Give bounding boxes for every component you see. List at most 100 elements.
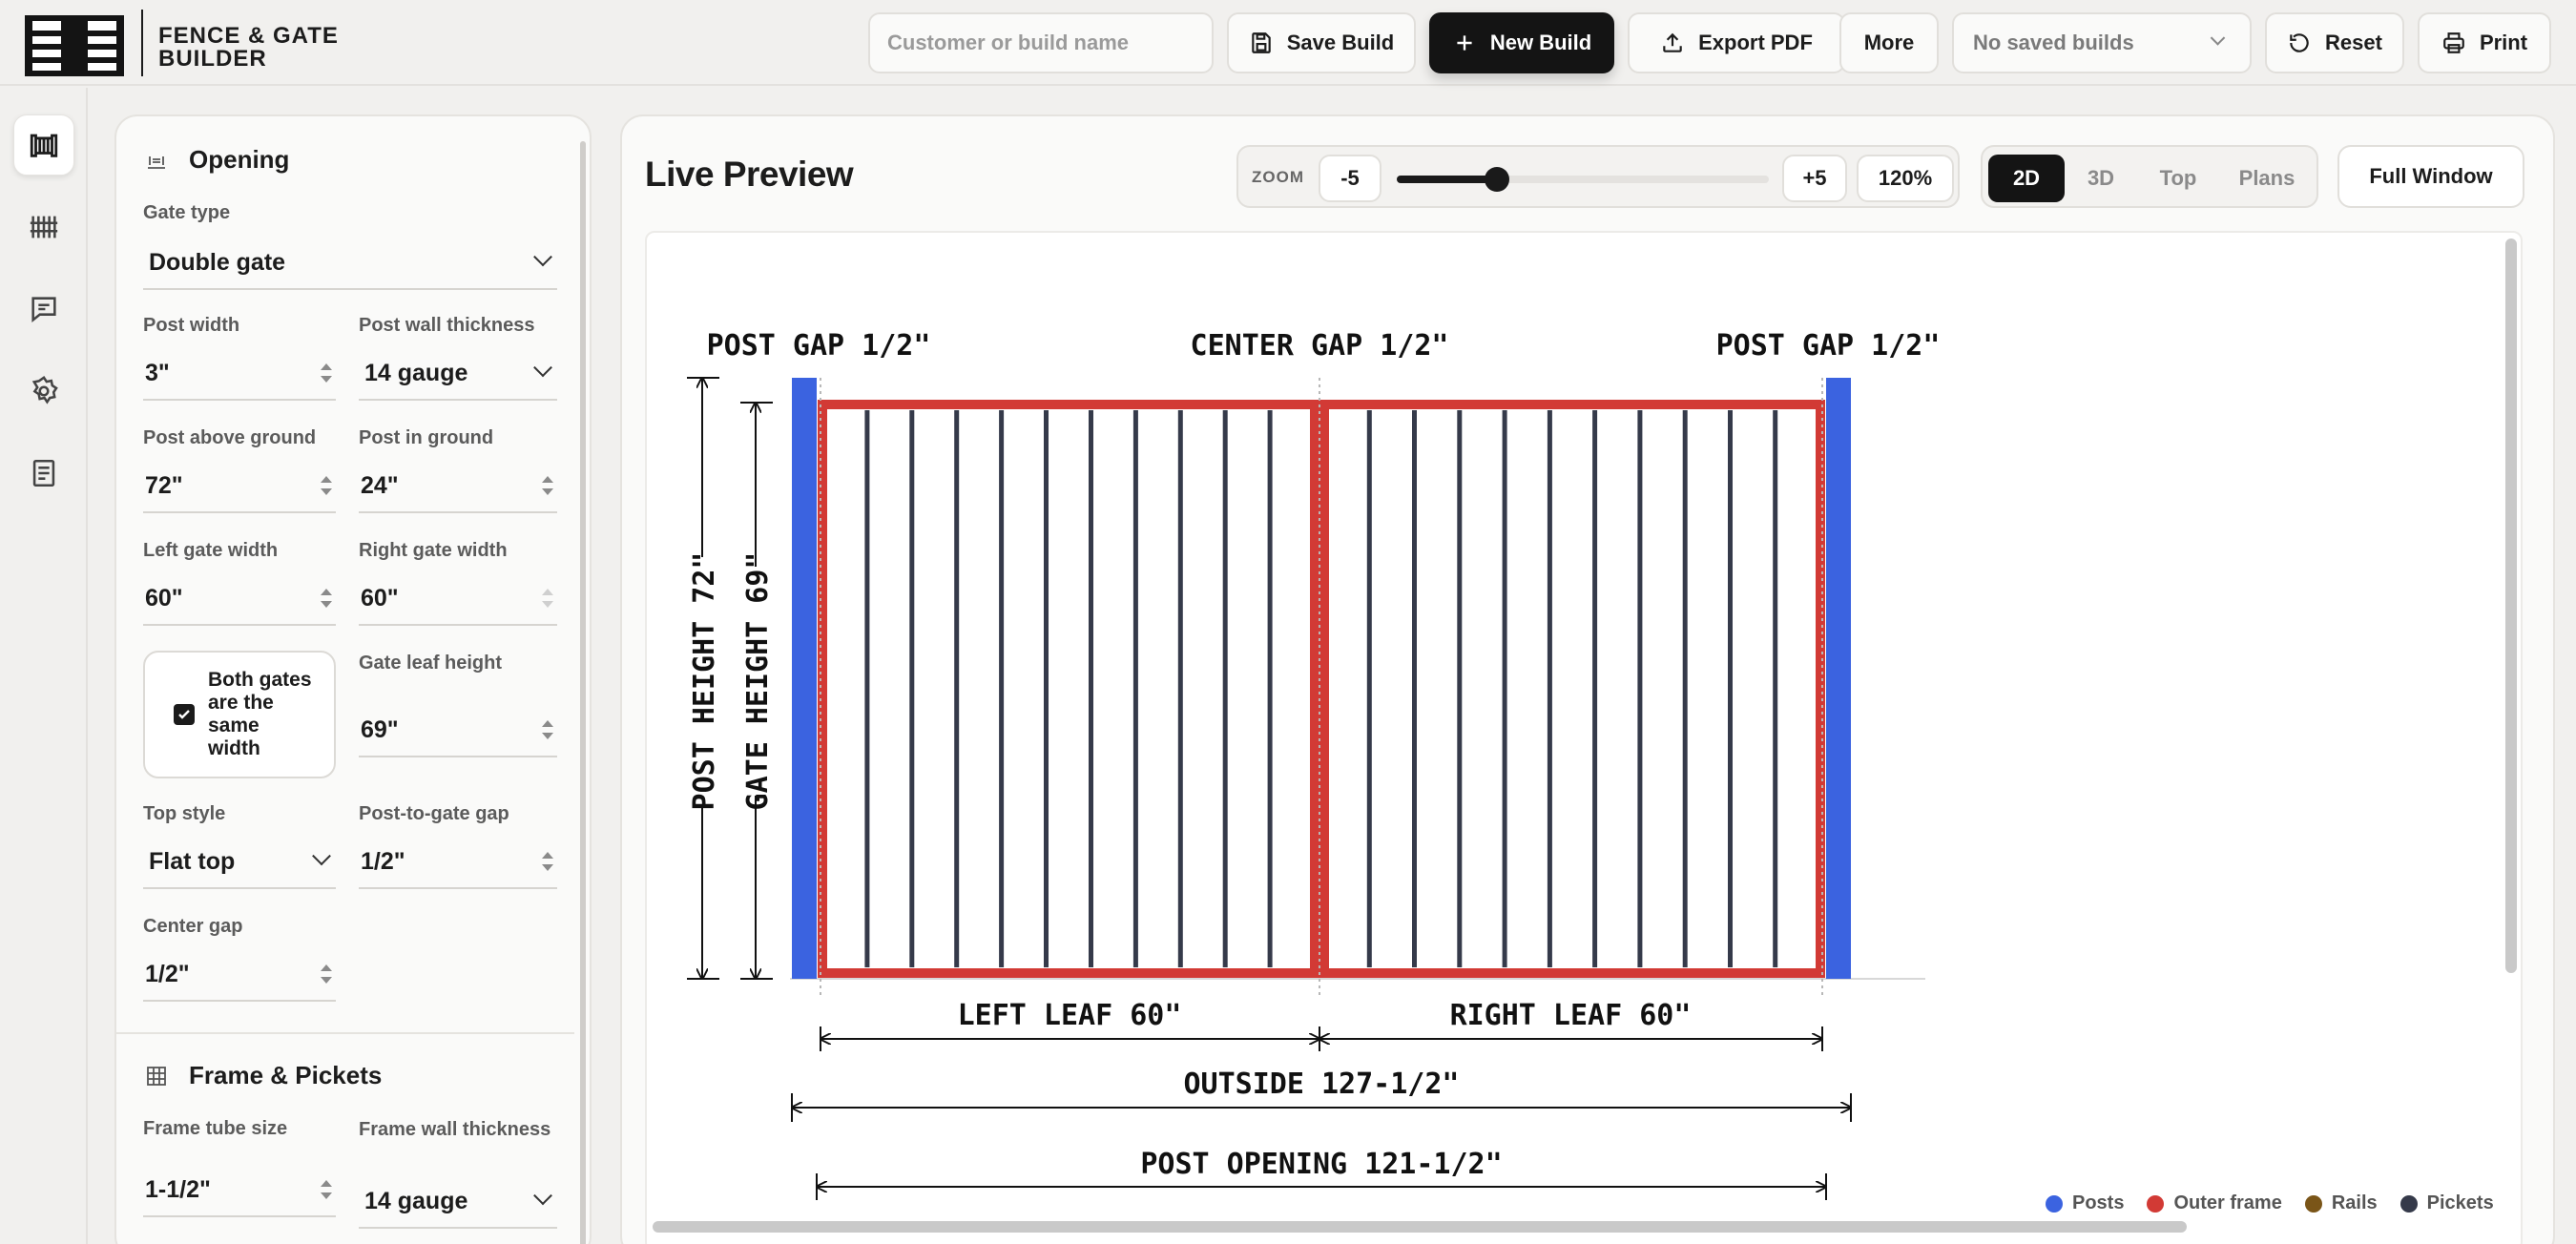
view-plans-button[interactable]: Plans: [2219, 155, 2315, 202]
picket-right-8: [1682, 410, 1688, 967]
reset-label: Reset: [2325, 31, 2382, 54]
gate-type-select[interactable]: Double gate: [143, 237, 557, 290]
left-width-label: Left gate width: [143, 540, 279, 561]
print-label: Print: [2479, 31, 2528, 54]
post-gap-input[interactable]: 1/2": [359, 836, 557, 889]
top-style-label: Top style: [143, 803, 226, 824]
post-width-label: Post width: [143, 315, 240, 336]
picket-right-4: [1502, 410, 1507, 967]
right-post: [1826, 378, 1851, 979]
post-gap-stepper[interactable]: [542, 852, 553, 871]
print-button[interactable]: Print: [2418, 12, 2551, 73]
fence-icon: [30, 216, 58, 238]
canvas-vertical-scrollbar[interactable]: [2505, 238, 2517, 973]
view-top-button[interactable]: Top: [2139, 155, 2217, 202]
logo-divider: [141, 10, 143, 76]
center-gap-input[interactable]: 1/2": [143, 948, 336, 1002]
post-height-label: POST HEIGHT 72": [688, 552, 721, 811]
customer-name-field[interactable]: [868, 12, 1214, 73]
grid-icon: [147, 1066, 166, 1086]
post-width-input[interactable]: 3": [143, 347, 336, 401]
panel-scrollbar[interactable]: [580, 141, 586, 1244]
rail-gate-button[interactable]: [13, 114, 74, 176]
post-in-stepper[interactable]: [542, 476, 553, 495]
frame-wall-select[interactable]: 14 gauge: [359, 1175, 557, 1229]
canvas-horizontal-scrollbar[interactable]: [653, 1221, 2187, 1233]
picket-left-1: [864, 410, 870, 967]
outside-label: OUTSIDE 127-1/2": [1184, 1068, 1460, 1101]
right-leaf-label: RIGHT LEAF 60": [1450, 999, 1692, 1032]
post-in-input[interactable]: 24": [359, 460, 557, 513]
app-name-line2: BUILDER: [158, 46, 267, 72]
zoom-out-button[interactable]: -5: [1319, 155, 1381, 202]
post-wall-value: 14 gauge: [364, 359, 468, 386]
zoom-value[interactable]: 120%: [1857, 155, 1954, 202]
post-above-input[interactable]: 72": [143, 460, 336, 513]
picket-left-7: [1132, 410, 1138, 967]
more-button[interactable]: More: [1839, 12, 1939, 73]
rail-fence-button[interactable]: [13, 197, 74, 258]
zoom-slider-handle[interactable]: [1485, 167, 1510, 192]
post-in-label: Post in ground: [359, 427, 494, 448]
post-above-value: 72": [145, 471, 183, 499]
view-3d-button[interactable]: 3D: [2068, 155, 2133, 202]
post-above-stepper[interactable]: [321, 476, 332, 495]
view-2d-button[interactable]: 2D: [1988, 155, 2065, 202]
rail-settings-button[interactable]: [13, 361, 74, 422]
chevron-down-icon: [312, 846, 331, 866]
export-pdf-label: Export PDF: [1698, 31, 1813, 54]
picket-left-6: [1089, 410, 1093, 967]
picket-right-3: [1457, 410, 1463, 967]
zoom-in-button[interactable]: +5: [1782, 155, 1847, 202]
legend-swatch-posts: [2046, 1194, 2063, 1213]
tube-size-input[interactable]: 1-1/2": [143, 1164, 336, 1217]
legend-label-rails: Rails: [2331, 1192, 2378, 1213]
leaf-height-stepper[interactable]: [542, 720, 553, 739]
picket-left-3: [954, 410, 960, 967]
export-pdf-button[interactable]: Export PDF: [1628, 12, 1845, 73]
frame-section-header[interactable]: Frame & Pickets: [145, 1061, 382, 1090]
rail-chat-button[interactable]: [13, 279, 74, 340]
post-above-label: Post above ground: [143, 427, 317, 448]
full-window-button[interactable]: Full Window: [2337, 145, 2524, 208]
center-gap-stepper[interactable]: [321, 964, 332, 984]
zoom-slider[interactable]: [1397, 167, 1769, 192]
opening-icon: [148, 156, 165, 169]
post-wall-select[interactable]: 14 gauge: [359, 347, 557, 401]
picket-right-9: [1728, 410, 1733, 967]
customer-name-input[interactable]: [887, 31, 1195, 55]
gate-type-value: Double gate: [149, 248, 286, 276]
new-build-button[interactable]: New Build: [1429, 12, 1614, 73]
top-style-select[interactable]: Flat top: [143, 836, 336, 889]
saved-builds-value: No saved builds: [1973, 31, 2134, 54]
chevron-down-icon: [533, 358, 552, 378]
reset-button[interactable]: Reset: [2265, 12, 2404, 73]
tube-size-label: Frame tube size: [143, 1118, 288, 1139]
left-width-stepper[interactable]: [321, 589, 332, 608]
drawing-canvas[interactable]: POST GAP 1/2" CENTER GAP 1/2" POST GAP 1…: [645, 231, 2523, 1244]
save-build-button[interactable]: Save Build: [1227, 12, 1416, 73]
left-width-value: 60": [145, 584, 183, 612]
post-width-stepper[interactable]: [321, 363, 332, 383]
leaf-height-input[interactable]: 69": [359, 704, 557, 757]
check-icon: [178, 710, 190, 719]
same-width-checkbox[interactable]: [174, 704, 195, 725]
section-divider: [116, 1032, 574, 1034]
save-build-label: Save Build: [1286, 31, 1395, 54]
gate-height-label: GATE HEIGHT 69": [741, 552, 775, 811]
rail-docs-button[interactable]: [13, 443, 74, 504]
opening-section-header[interactable]: Opening: [145, 145, 289, 175]
legend: Posts Outer frame Rails Pickets: [2046, 1192, 2494, 1214]
gate-icon: [30, 134, 58, 157]
legend-item-posts: Posts: [2046, 1192, 2124, 1214]
legend-swatch-rails: [2304, 1194, 2322, 1213]
saved-builds-select[interactable]: No saved builds: [1952, 12, 2252, 73]
picket-left-9: [1222, 410, 1228, 967]
picket-left-2: [909, 410, 915, 967]
view-mode-toggle: 2D 3D Top Plans: [1981, 145, 2318, 208]
reset-icon: [2290, 33, 2309, 52]
tube-size-stepper[interactable]: [321, 1180, 332, 1199]
left-width-input[interactable]: 60": [143, 572, 336, 626]
save-icon: [1252, 32, 1271, 53]
same-width-toggle[interactable]: Both gates are the same width: [143, 651, 336, 778]
